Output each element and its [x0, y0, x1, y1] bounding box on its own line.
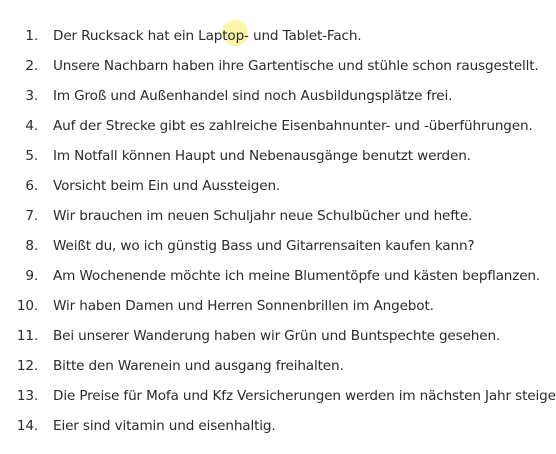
item-number: 9.: [25, 268, 38, 284]
sentence-text: Weißt du, wo ich günstig Bass und Gitarr…: [53, 238, 475, 254]
list-item: 1. Der Rucksack hat ein Laptop- und Tabl…: [0, 21, 556, 51]
list-item: 14. Eier sind vitamin und eisenhaltig.: [0, 411, 556, 441]
sentence-text: Wir brauchen im neuen Schuljahr neue Sch…: [53, 208, 473, 224]
list-item: 2. Unsere Nachbarn haben ihre Gartentisc…: [0, 51, 556, 81]
item-number: 1.: [25, 28, 38, 44]
sentence-text: Im Groß und Außenhandel sind noch Ausbil…: [53, 88, 453, 104]
list-item: 10. Wir haben Damen und Herren Sonnenbri…: [0, 291, 556, 321]
sentence-text: Die Preise für Mofa und Kfz Versicherung…: [53, 388, 556, 404]
list-item: 5. Im Notfall können Haupt und Nebenausg…: [0, 141, 556, 171]
list-item: 8. Weißt du, wo ich günstig Bass und Git…: [0, 231, 556, 261]
item-number: 8.: [25, 238, 38, 254]
sentence-list: 1. Der Rucksack hat ein Laptop- und Tabl…: [0, 21, 556, 441]
sentence-text: Vorsicht beim Ein und Aussteigen.: [53, 178, 281, 194]
sentence-text: Unsere Nachbarn haben ihre Gartentische …: [53, 58, 539, 74]
item-number: 12.: [16, 358, 38, 374]
list-item: 11. Bei unserer Wanderung haben wir Grün…: [0, 321, 556, 351]
item-number: 4.: [25, 118, 38, 134]
list-item: 12. Bitte den Warenein und ausgang freih…: [0, 351, 556, 381]
list-item: 4. Auf der Strecke gibt es zahlreiche Ei…: [0, 111, 556, 141]
item-number: 5.: [25, 148, 38, 164]
sentence-text: Bei unserer Wanderung haben wir Grün und…: [53, 328, 501, 344]
item-number: 14.: [16, 418, 38, 434]
list-item: 3. Im Groß und Außenhandel sind noch Aus…: [0, 81, 556, 111]
list-item: 6. Vorsicht beim Ein und Aussteigen.: [0, 171, 556, 201]
sentence-text: Auf der Strecke gibt es zahlreiche Eisen…: [53, 118, 533, 134]
item-number: 2.: [25, 58, 38, 74]
sentence-text: Bitte den Warenein und ausgang freihalte…: [53, 358, 344, 374]
sentence-text: Am Wochenende möchte ich meine Blumentöp…: [53, 268, 541, 284]
item-number: 3.: [25, 88, 38, 104]
sentence-text: Wir haben Damen und Herren Sonnenbrillen…: [53, 298, 434, 314]
sentence-text: Eier sind vitamin und eisenhaltig.: [53, 418, 276, 434]
item-number: 13.: [16, 388, 38, 404]
item-number: 6.: [25, 178, 38, 194]
list-item: 9. Am Wochenende möchte ich meine Blumen…: [0, 261, 556, 291]
list-item: 13. Die Preise für Mofa und Kfz Versiche…: [0, 381, 556, 411]
list-item: 7. Wir brauchen im neuen Schuljahr neue …: [0, 201, 556, 231]
item-number: 11.: [16, 328, 38, 344]
item-number: 10.: [16, 298, 38, 314]
sentence-text: Der Rucksack hat ein Laptop- und Tablet-…: [53, 28, 362, 44]
item-number: 7.: [25, 208, 38, 224]
sentence-text: Im Notfall können Haupt und Nebenausgäng…: [53, 148, 471, 164]
